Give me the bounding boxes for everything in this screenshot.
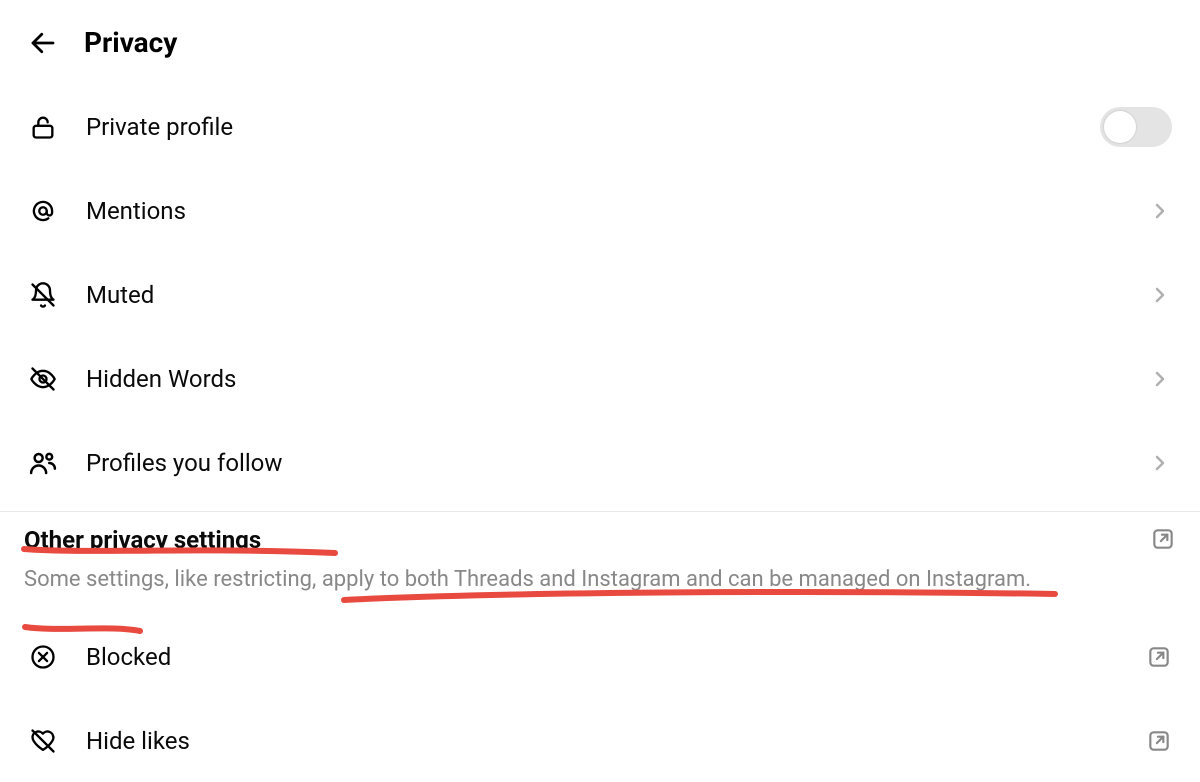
eye-off-icon [28,365,58,393]
chevron-right-icon [1148,199,1172,223]
row-mentions[interactable]: Mentions [0,169,1200,253]
private-profile-toggle[interactable] [1100,107,1172,147]
external-link-icon [1146,728,1172,754]
chevron-right-icon [1148,451,1172,475]
row-label: Muted [86,281,1120,309]
row-hide-likes[interactable]: Hide likes [0,699,1200,782]
header: Privacy [0,0,1200,85]
section-other-privacy[interactable]: Other privacy settings Some settings, li… [0,512,1200,597]
arrow-left-icon [28,28,58,58]
at-icon [28,197,58,225]
row-private-profile[interactable]: Private profile [0,85,1200,169]
people-icon [28,448,58,478]
row-label: Mentions [86,197,1120,225]
row-blocked[interactable]: Blocked [0,615,1200,699]
heart-off-icon [28,727,58,755]
chevron-right-icon [1148,283,1172,307]
settings-list: Private profile Mentions Mute [0,85,1200,782]
section-heading: Other privacy settings [24,526,1176,554]
row-label: Private profile [86,113,1072,141]
back-button[interactable] [28,28,58,58]
external-link-icon [1150,526,1176,552]
row-profiles-you-follow[interactable]: Profiles you follow [0,421,1200,505]
lock-icon [28,113,58,141]
external-link-icon [1146,644,1172,670]
row-hidden-words[interactable]: Hidden Words [0,337,1200,421]
row-label: Blocked [86,643,1118,671]
row-label: Hidden Words [86,365,1120,393]
row-muted[interactable]: Muted [0,253,1200,337]
circle-x-icon [28,643,58,671]
bell-off-icon [28,281,58,309]
row-label: Profiles you follow [86,449,1120,477]
section-subtext: Some settings, like restricting, apply t… [24,562,1176,597]
row-label: Hide likes [86,727,1118,755]
chevron-right-icon [1148,367,1172,391]
page-title: Privacy [84,26,177,59]
